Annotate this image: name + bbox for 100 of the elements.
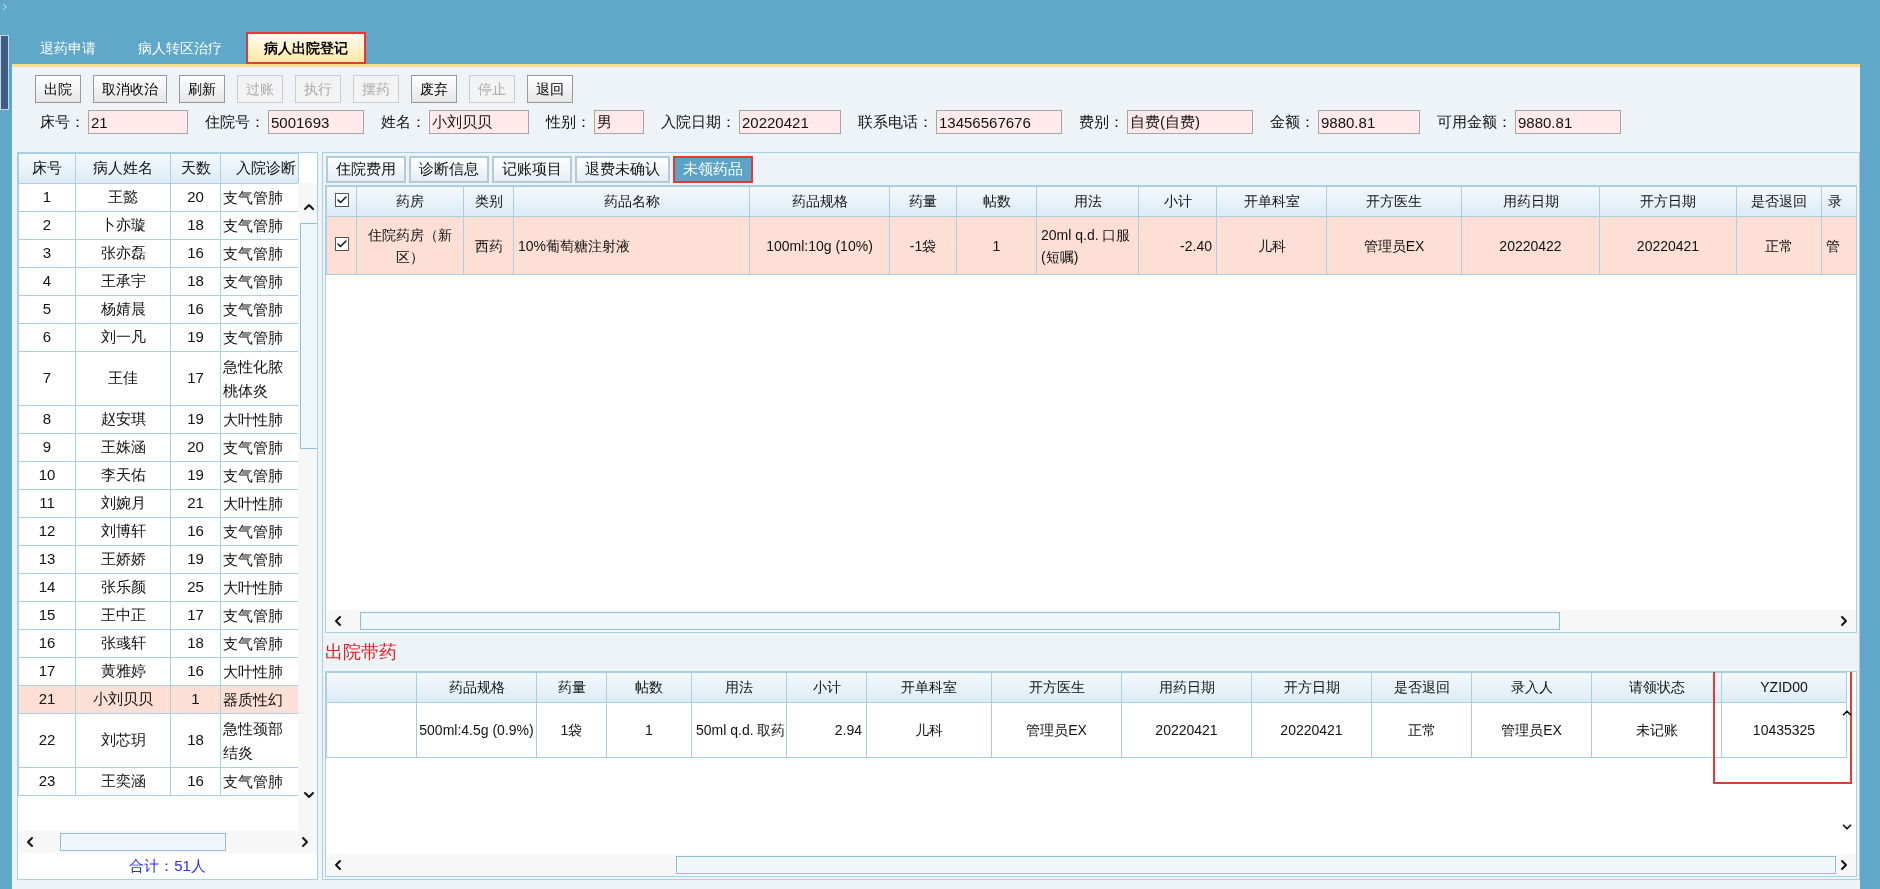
column-header[interactable]: 床号: [18, 153, 76, 184]
column-header[interactable]: 开方日期: [1251, 672, 1372, 703]
field-value[interactable]: 21: [88, 110, 188, 134]
patient-row[interactable]: 1 王懿 20 支气管肺: [18, 183, 299, 212]
tab[interactable]: 病人出院登记: [246, 32, 366, 64]
field-value[interactable]: 20220421: [739, 110, 841, 134]
scrollbar-thumb[interactable]: [676, 856, 1836, 874]
checkbox[interactable]: [334, 237, 349, 251]
patient-row[interactable]: 4 王承宇 18 支气管肺: [18, 267, 299, 296]
patient-row[interactable]: 9 王姝涵 20 支气管肺: [18, 433, 299, 462]
column-header[interactable]: 类别: [463, 186, 514, 217]
patient-row[interactable]: 5 杨婧晨 16 支气管肺: [18, 295, 299, 324]
toolbar-button[interactable]: 出院: [35, 75, 81, 103]
column-header[interactable]: YZID00: [1721, 672, 1847, 703]
table-cell: 10: [18, 461, 76, 490]
drug-row[interactable]: 住院药房（新区） 西药 10%葡萄糖注射液 100ml:10g (10%) -1袋 1 20ml q.d. 口服(短嘱) -2.40 儿科 管理员EX 20220422 20220421 正常 管: [326, 216, 1856, 275]
tab[interactable]: 记账项目: [492, 156, 572, 183]
column-header[interactable]: 药品规格: [416, 672, 537, 703]
column-header[interactable]: 开方医生: [1326, 186, 1462, 217]
scrollbar-thumb[interactable]: [360, 612, 1560, 630]
horizontal-scrollbar[interactable]: [326, 854, 1856, 876]
patient-row[interactable]: 3 张亦磊 16 支气管肺: [18, 239, 299, 268]
field-value[interactable]: 5001693: [268, 110, 364, 134]
vertical-scrollbar[interactable]: [298, 183, 317, 831]
horizontal-scrollbar[interactable]: [326, 610, 1856, 632]
table-cell: 儿科: [866, 702, 992, 758]
side-handle[interactable]: [0, 35, 9, 110]
patient-row[interactable]: 16 张彧轩 18 支气管肺: [18, 629, 299, 658]
column-header[interactable]: 录入人: [1471, 672, 1592, 703]
table-cell: 10435325: [1721, 702, 1847, 758]
table-cell: 17: [170, 601, 221, 630]
patient-row[interactable]: 22 刘芯玥 18 急性颈部结炎: [18, 713, 299, 768]
column-header[interactable]: 药房: [356, 186, 464, 217]
patient-row[interactable]: 13 王娇娇 19 支气管肺: [18, 545, 299, 574]
table-cell: 16: [170, 295, 221, 324]
toolbar-button[interactable]: 废弃: [411, 75, 457, 103]
column-header[interactable]: 开单科室: [866, 672, 992, 703]
field-label: 可用金额：: [1437, 111, 1512, 132]
patient-row[interactable]: 10 李天佑 19 支气管肺: [18, 461, 299, 490]
column-header[interactable]: 小计: [786, 672, 867, 703]
table-cell: 18: [170, 267, 221, 296]
patient-row[interactable]: 12 刘博轩 16 支气管肺: [18, 517, 299, 546]
patient-row[interactable]: 23 王奕涵 16 支气管肺: [18, 767, 299, 796]
toolbar-button[interactable]: 取消收治: [93, 75, 167, 103]
column-header[interactable]: 录: [1821, 186, 1856, 217]
patient-row[interactable]: 8 赵安琪 19 大叶性肺: [18, 405, 299, 434]
column-header[interactable]: 用法: [1036, 186, 1139, 217]
scrollbar-thumb[interactable]: [60, 833, 226, 851]
column-header[interactable]: 是否退回: [1371, 672, 1472, 703]
column-header[interactable]: 药品名称: [513, 186, 750, 217]
column-header[interactable]: 用法: [691, 672, 787, 703]
patient-row[interactable]: 14 张乐颜 25 大叶性肺: [18, 573, 299, 602]
column-header[interactable]: 药量: [889, 186, 957, 217]
patient-row[interactable]: 2 卜亦璇 18 支气管肺: [18, 211, 299, 240]
patient-row[interactable]: 6 刘一凡 19 支气管肺: [18, 323, 299, 352]
column-header[interactable]: 是否退回: [1736, 186, 1822, 217]
tab[interactable]: 住院费用: [326, 156, 406, 183]
checkbox[interactable]: [334, 193, 349, 207]
patient-row[interactable]: 7 王佳 17 急性化脓桃体炎: [18, 351, 299, 406]
column-header[interactable]: 病人姓名: [75, 153, 171, 184]
tab[interactable]: 退费未确认: [575, 156, 670, 183]
toolbar-button[interactable]: 退回: [527, 75, 573, 103]
table-cell: 8: [18, 405, 76, 434]
field-value[interactable]: 自费(自费): [1127, 110, 1253, 134]
field-value[interactable]: 9880.81: [1318, 110, 1420, 134]
patient-total: 合计：51人: [129, 855, 206, 876]
column-header[interactable]: 帖数: [956, 186, 1037, 217]
column-header[interactable]: 天数: [170, 153, 221, 184]
horizontal-scrollbar[interactable]: [18, 831, 317, 853]
table-cell: 16: [170, 239, 221, 268]
column-header[interactable]: 开方日期: [1599, 186, 1737, 217]
table-cell: 12: [18, 517, 76, 546]
tab[interactable]: 诊断信息: [409, 156, 489, 183]
column-header[interactable]: 帖数: [606, 672, 692, 703]
table-cell: 19: [170, 545, 221, 574]
field-label: 金额：: [1270, 111, 1315, 132]
patient-row[interactable]: 11 刘婉月 21 大叶性肺: [18, 489, 299, 518]
table-cell: -2.40: [1138, 216, 1217, 275]
column-header[interactable]: 开方医生: [991, 672, 1122, 703]
column-header[interactable]: 用药日期: [1461, 186, 1600, 217]
column-header[interactable]: 请领状态: [1591, 672, 1722, 703]
column-header[interactable]: 用药日期: [1121, 672, 1252, 703]
table-cell: 正常: [1736, 216, 1822, 275]
field-value[interactable]: 9880.81: [1515, 110, 1621, 134]
table-cell: 李天佑: [75, 461, 171, 490]
column-header[interactable]: 入院诊断: [220, 153, 299, 184]
column-header[interactable]: 小计: [1138, 186, 1217, 217]
patient-row[interactable]: 21 小刘贝贝 1 器质性幻: [18, 685, 299, 714]
column-header[interactable]: 药品规格: [749, 186, 890, 217]
scrollbar-thumb[interactable]: [300, 223, 317, 449]
column-header[interactable]: 开单科室: [1216, 186, 1327, 217]
table-cell: 20220421: [1599, 216, 1737, 275]
toolbar-button[interactable]: 刷新: [179, 75, 225, 103]
patient-row[interactable]: 15 王中正 17 支气管肺: [18, 601, 299, 630]
column-header[interactable]: 药量: [536, 672, 607, 703]
field-value[interactable]: 小刘贝贝: [429, 110, 529, 134]
field-value[interactable]: 男: [594, 110, 644, 134]
field-value[interactable]: 13456567676: [936, 110, 1062, 134]
patient-row[interactable]: 17 黄雅婷 16 大叶性肺: [18, 657, 299, 686]
table-cell: 18: [170, 211, 221, 240]
